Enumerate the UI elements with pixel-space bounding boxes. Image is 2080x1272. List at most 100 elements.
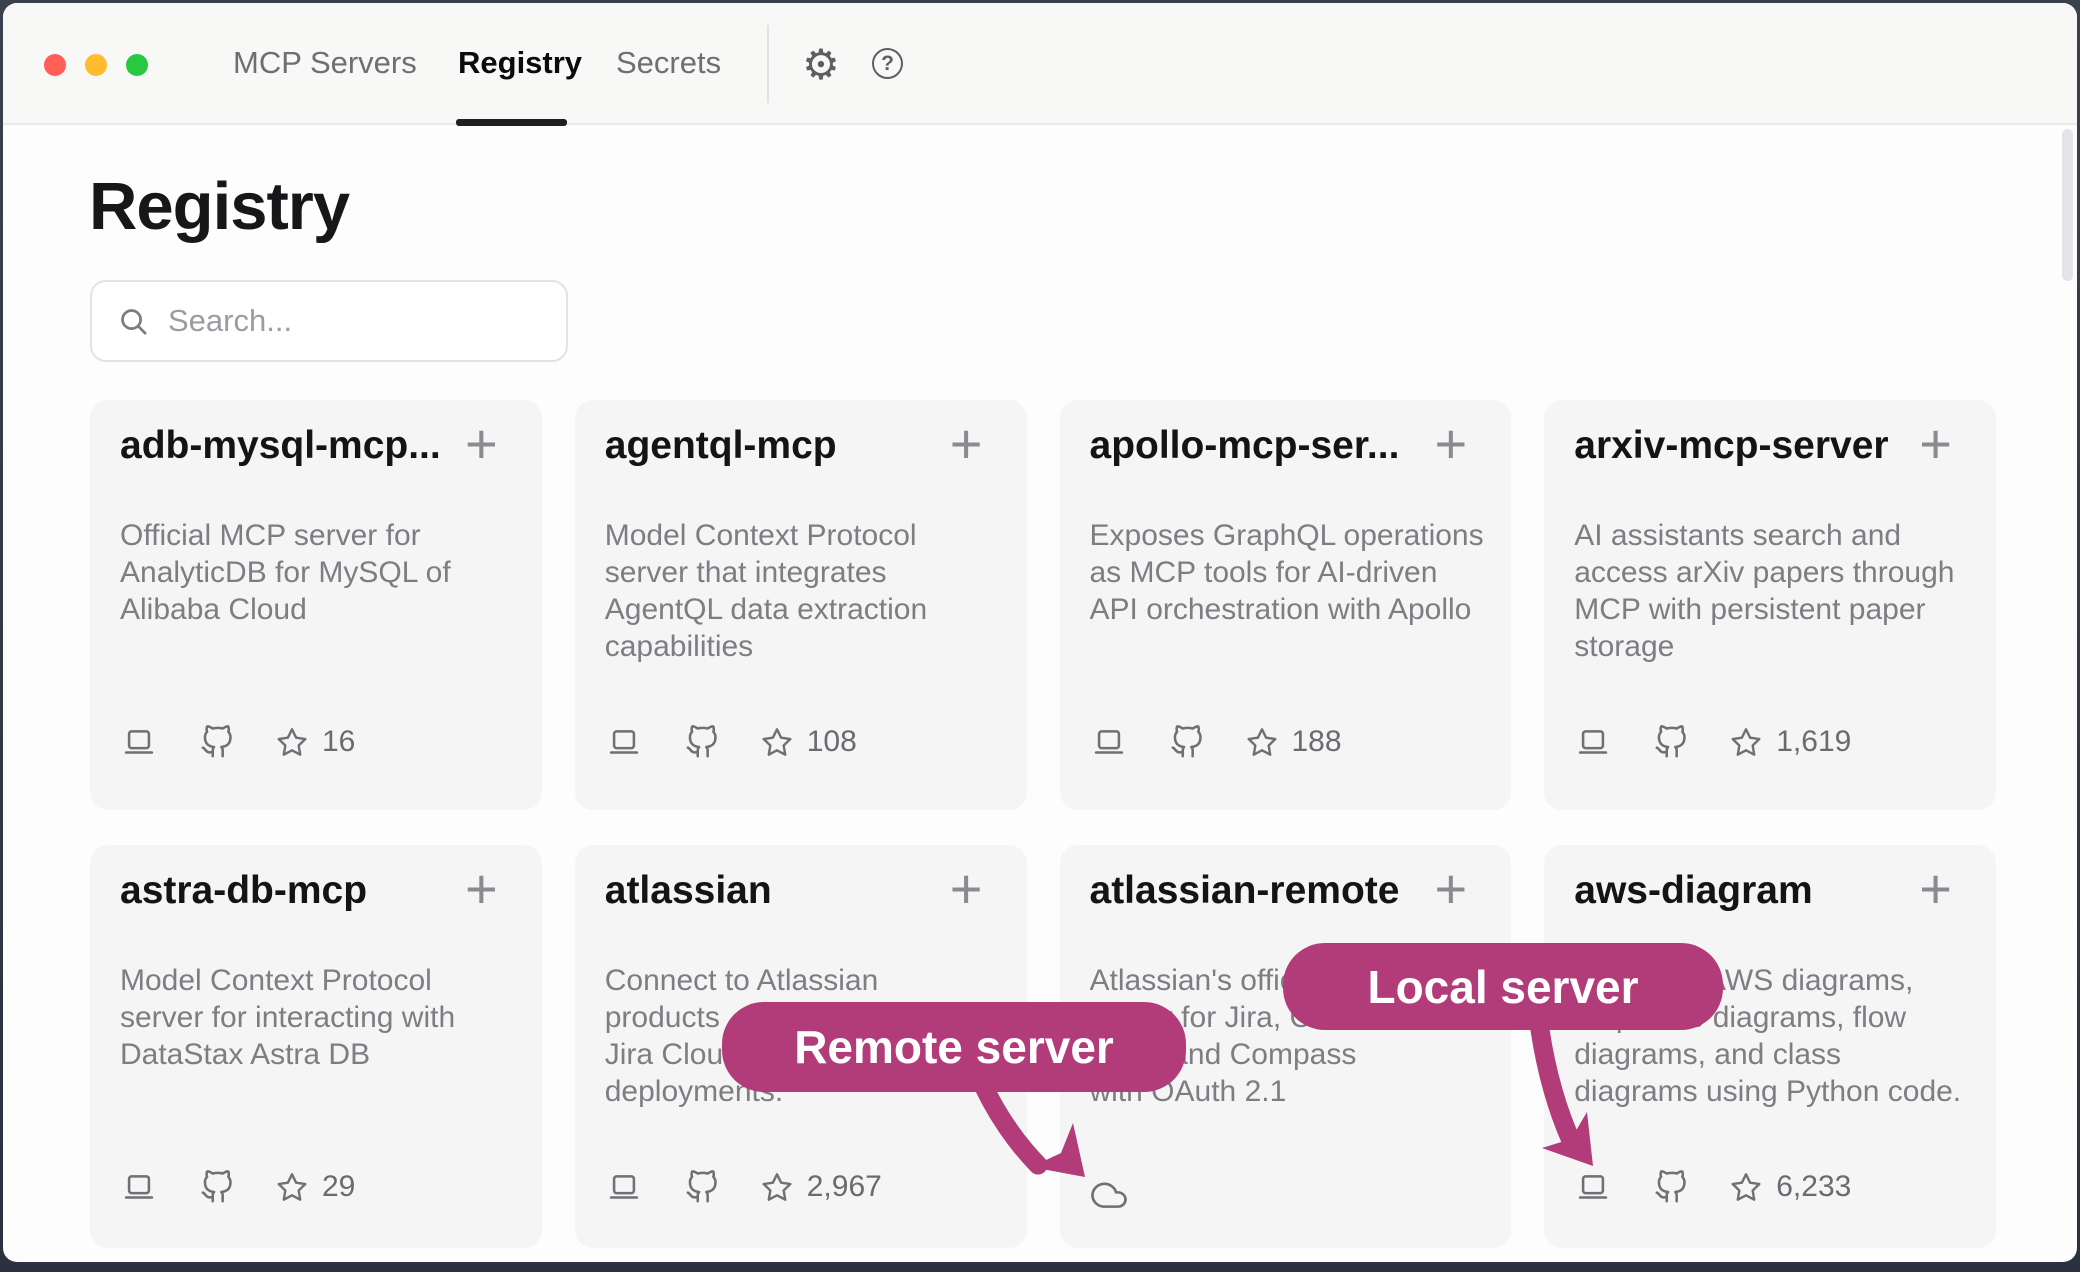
add-server-button[interactable]: + xyxy=(950,859,983,919)
description-line: AnalyticDB for MySQL of xyxy=(120,554,516,591)
add-server-button[interactable]: + xyxy=(950,414,983,474)
server-card-apollo-mcp-ser: apollo-mcp-ser... + Exposes GraphQL operat… xyxy=(1060,400,1512,810)
star-icon xyxy=(1730,726,1762,758)
registry-card-grid: adb-mysql-mcp... + Official MCP server for… xyxy=(90,400,1996,1248)
add-server-button[interactable]: + xyxy=(1919,859,1952,919)
titlebar-divider xyxy=(767,25,769,103)
tab-registry[interactable]: Registry xyxy=(458,44,582,82)
description-line: storage xyxy=(1574,628,1970,665)
app-window: MCP Servers Registry Secrets ⚙ ? Registr… xyxy=(3,3,2077,1262)
server-card-astra-db-mcp: astra-db-mcp + Model Context Protocolserve… xyxy=(90,845,542,1248)
github-icon xyxy=(200,1170,234,1204)
close-window-button[interactable] xyxy=(44,54,66,76)
server-card-title: agentql-mcp xyxy=(605,424,932,468)
server-card-title: atlassian-remote xyxy=(1090,869,1417,913)
description-line: capabilities xyxy=(605,628,1001,665)
description-line: Alibaba Cloud xyxy=(120,591,516,628)
server-card-footer: 6,233 xyxy=(1574,1167,1851,1207)
gear-icon[interactable]: ⚙ xyxy=(798,41,844,87)
laptop-icon xyxy=(605,1170,643,1204)
server-card-footer: 188 xyxy=(1090,722,1342,762)
laptop-icon xyxy=(1574,725,1612,759)
star-count: 6,233 xyxy=(1776,1170,1851,1204)
github-icon xyxy=(685,1170,719,1204)
github-icon xyxy=(200,725,234,759)
server-card-description: Official MCP server forAnalyticDB for My… xyxy=(120,517,516,628)
description-line: server for interacting with xyxy=(120,999,516,1036)
server-card-footer: 2,967 xyxy=(605,1167,882,1207)
star-count: 108 xyxy=(807,725,857,759)
star-icon xyxy=(761,726,793,758)
description-line: diagrams using Python code. xyxy=(1574,1073,1970,1110)
star-count: 1,619 xyxy=(1776,725,1851,759)
zoom-window-button[interactable] xyxy=(126,54,148,76)
titlebar: MCP Servers Registry Secrets ⚙ ? xyxy=(3,3,2077,125)
server-card-footer: 16 xyxy=(120,722,355,762)
star-count: 16 xyxy=(322,725,355,759)
server-card-footer: 1,619 xyxy=(1574,722,1851,762)
server-card-title: atlassian xyxy=(605,869,932,913)
page-title: Registry xyxy=(89,168,349,245)
description-line: diagrams, and class xyxy=(1574,1036,1970,1073)
laptop-icon xyxy=(1090,725,1128,759)
add-server-button[interactable]: + xyxy=(465,414,498,474)
laptop-icon xyxy=(120,725,158,759)
server-card-description: Exposes GraphQL operationsas MCP tools f… xyxy=(1090,517,1486,628)
description-line: server that integrates xyxy=(605,554,1001,591)
server-card-title: adb-mysql-mcp... xyxy=(120,424,447,468)
active-tab-indicator xyxy=(456,119,567,126)
description-line: Exposes GraphQL operations xyxy=(1090,517,1486,554)
server-card-description: AI assistants search andaccess arXiv pap… xyxy=(1574,517,1970,665)
add-server-button[interactable]: + xyxy=(1435,414,1468,474)
description-line: as MCP tools for AI-driven xyxy=(1090,554,1486,591)
star-icon xyxy=(761,1171,793,1203)
server-card-title: astra-db-mcp xyxy=(120,869,447,913)
laptop-icon xyxy=(1574,1170,1612,1204)
cloud-icon xyxy=(1090,1181,1128,1211)
scrollbar-thumb[interactable] xyxy=(2062,129,2073,281)
github-icon xyxy=(1170,725,1204,759)
star-icon xyxy=(276,726,308,758)
server-card-footer: 29 xyxy=(120,1167,355,1207)
description-line: MCP with persistent paper xyxy=(1574,591,1970,628)
add-server-button[interactable]: + xyxy=(1919,414,1952,474)
github-icon xyxy=(1654,725,1688,759)
search-box[interactable] xyxy=(90,280,568,362)
search-icon xyxy=(118,306,149,337)
star-count: 2,967 xyxy=(807,1170,882,1204)
description-line: AI assistants search and xyxy=(1574,517,1970,554)
remote-server-callout: Remote server xyxy=(722,1002,1186,1092)
server-card-description: Model Context Protocolserver for interac… xyxy=(120,962,516,1073)
server-card-title: apollo-mcp-ser... xyxy=(1090,424,1417,468)
star-icon xyxy=(276,1171,308,1203)
description-line: Connect to Atlassian xyxy=(605,962,1001,999)
server-card-arxiv-mcp-server: arxiv-mcp-server + AI assistants search an… xyxy=(1544,400,1996,810)
server-card-agentql-mcp: agentql-mcp + Model Context Protocolserver… xyxy=(575,400,1027,810)
description-line: Official MCP server for xyxy=(120,517,516,554)
star-count: 29 xyxy=(322,1170,355,1204)
server-card-title: arxiv-mcp-server xyxy=(1574,424,1901,468)
help-icon[interactable]: ? xyxy=(872,48,903,79)
server-card-title: aws-diagram xyxy=(1574,869,1901,913)
description-line: DataStax Astra DB xyxy=(120,1036,516,1073)
github-icon xyxy=(685,725,719,759)
minimize-window-button[interactable] xyxy=(85,54,107,76)
description-line: API orchestration with Apollo xyxy=(1090,591,1486,628)
description-line: AgentQL data extraction xyxy=(605,591,1001,628)
local-server-callout: Local server xyxy=(1283,943,1723,1030)
star-icon xyxy=(1246,726,1278,758)
star-count: 188 xyxy=(1292,725,1342,759)
add-server-button[interactable]: + xyxy=(465,859,498,919)
tab-mcp-servers[interactable]: MCP Servers xyxy=(233,44,417,82)
description-line: Model Context Protocol xyxy=(120,962,516,999)
github-icon xyxy=(1654,1170,1688,1204)
description-line: access arXiv papers through xyxy=(1574,554,1970,591)
server-card-footer xyxy=(1090,1181,1128,1216)
server-card-description: Model Context Protocolserver that integr… xyxy=(605,517,1001,665)
add-server-button[interactable]: + xyxy=(1435,859,1468,919)
server-card-aws-diagram: aws-diagram+Generate AWS diagrams,sequen… xyxy=(1544,845,1996,1248)
search-input[interactable] xyxy=(168,303,548,339)
laptop-icon xyxy=(120,1170,158,1204)
tab-secrets[interactable]: Secrets xyxy=(616,44,721,82)
server-card-adb-mysql-mcp: adb-mysql-mcp... + Official MCP server for… xyxy=(90,400,542,810)
